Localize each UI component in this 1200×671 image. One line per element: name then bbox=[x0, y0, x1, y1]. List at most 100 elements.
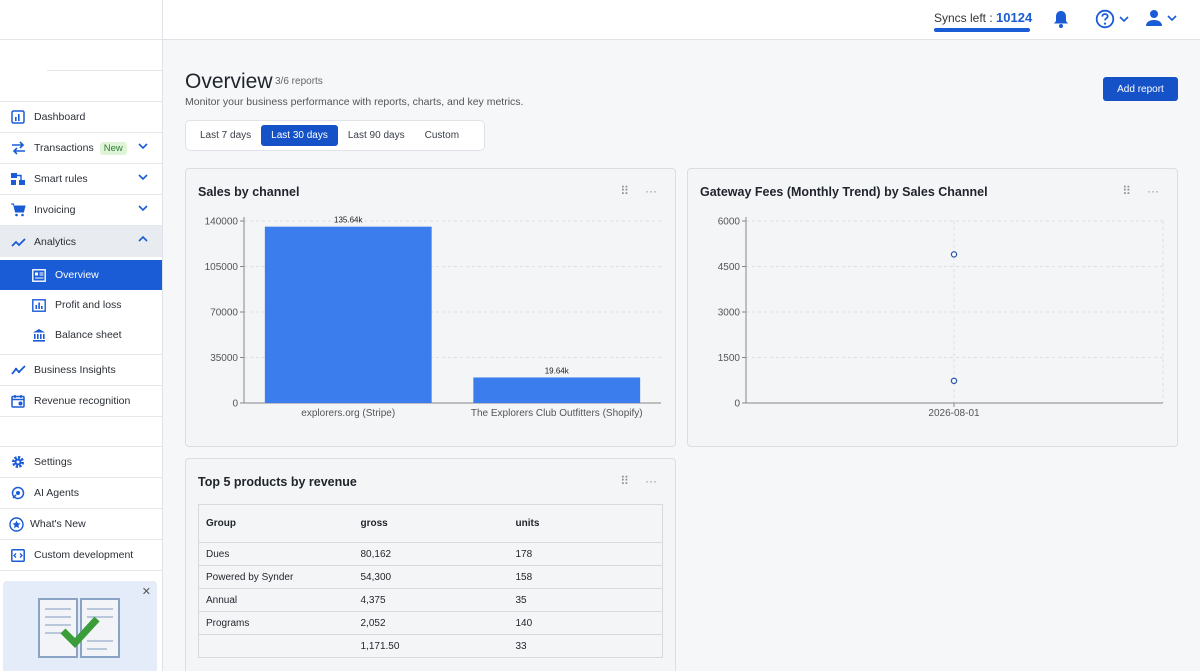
main-content: Overview 3/6 reports Monitor your busine… bbox=[163, 40, 1200, 671]
sidebar-item-label: Settings bbox=[34, 456, 72, 468]
ai-agent-icon bbox=[10, 485, 26, 501]
sidebar-item-analytics[interactable]: Analytics bbox=[0, 226, 162, 257]
sidebar-item-transactions[interactable]: Transactions New bbox=[0, 133, 162, 164]
more-options-icon[interactable]: ··· bbox=[645, 474, 657, 488]
sidebar-item-invoicing[interactable]: Invoicing bbox=[0, 195, 162, 226]
sidebar: Dashboard Transactions New Smart rules I… bbox=[0, 0, 163, 671]
sales-bar-chart: 0 35000 70000 105000 140000 135.64k explorers.… bbox=[205, 216, 661, 419]
sidebar-item-label: Invoicing bbox=[34, 204, 76, 216]
range-last-7-days[interactable]: Last 7 days bbox=[190, 125, 261, 146]
sidebar-spacer bbox=[0, 417, 162, 447]
smart-rules-icon bbox=[10, 171, 26, 187]
table-row: Programs 2,052 140 bbox=[198, 611, 663, 635]
scatter-point bbox=[950, 251, 958, 258]
x-tick-label: explorers.org (Stripe) bbox=[301, 408, 395, 419]
analytics-submenu: Overview Profit and loss Balance sheet bbox=[0, 260, 162, 355]
chevron-down-icon[interactable] bbox=[138, 204, 148, 215]
cell-group: Programs bbox=[198, 611, 354, 635]
gear-icon bbox=[10, 454, 26, 470]
sidebar-item-label: Business Insights bbox=[34, 364, 116, 376]
cell-group: Dues bbox=[198, 542, 354, 566]
range-last-90-days[interactable]: Last 90 days bbox=[338, 125, 415, 146]
cell-gross: 4,375 bbox=[353, 588, 509, 612]
column-header[interactable]: gross bbox=[353, 504, 509, 543]
sidebar-item-business-insights[interactable]: Business Insights bbox=[0, 355, 162, 386]
cell-gross: 1,171.50 bbox=[353, 634, 509, 658]
sidebar-item-dashboard[interactable]: Dashboard bbox=[0, 102, 162, 133]
promo-card: ✕ bbox=[3, 581, 157, 671]
cell-group: Powered by Synder bbox=[198, 565, 354, 589]
chevron-down-icon[interactable] bbox=[1167, 14, 1177, 22]
bar-chart-icon bbox=[31, 297, 47, 313]
data-label: 19.64k bbox=[545, 366, 570, 375]
sidebar-item-smart-rules[interactable]: Smart rules bbox=[0, 164, 162, 195]
top-bar: Syncs left : 10124 bbox=[163, 0, 1200, 40]
chevron-down-icon[interactable] bbox=[138, 142, 148, 153]
cell-units: 158 bbox=[508, 565, 663, 589]
sidebar-item-whats-new[interactable]: What's New bbox=[0, 509, 162, 540]
trend-line-icon bbox=[10, 234, 26, 250]
cell-units: 178 bbox=[508, 542, 663, 566]
sidebar-item-settings[interactable]: Settings bbox=[0, 447, 162, 478]
sidebar-subitem-label: Overview bbox=[55, 269, 99, 281]
bell-icon[interactable] bbox=[1052, 9, 1070, 29]
gateway-fees-scatter-chart: 0 1500 3000 4500 6000 2026-08-01 bbox=[718, 217, 1164, 419]
cell-gross: 2,052 bbox=[353, 611, 509, 635]
top-products-table: Group gross units Dues 80,162 178 Powere… bbox=[198, 504, 663, 658]
syncs-value: 10124 bbox=[996, 10, 1033, 25]
y-tick-label: 0 bbox=[734, 399, 740, 410]
range-last-30-days[interactable]: Last 30 days bbox=[261, 125, 338, 146]
chevron-up-icon[interactable] bbox=[138, 235, 148, 246]
sidebar-item-custom-development[interactable]: Custom development bbox=[0, 540, 162, 571]
sidebar-logo-area bbox=[0, 0, 162, 40]
code-window-icon bbox=[10, 547, 26, 563]
chevron-down-icon[interactable] bbox=[1119, 15, 1129, 23]
sidebar-item-label: Custom development bbox=[34, 549, 134, 561]
table-header-row: Group gross units bbox=[198, 504, 663, 543]
syncs-label: Syncs left : bbox=[934, 11, 993, 25]
x-tick-label: 2026-08-01 bbox=[928, 408, 980, 419]
y-tick-label: 6000 bbox=[718, 217, 741, 228]
y-tick-label: 105000 bbox=[205, 262, 239, 273]
table-row: Dues 80,162 178 bbox=[198, 542, 663, 566]
report-count: 3/6 reports bbox=[275, 76, 323, 87]
add-report-button[interactable]: Add report bbox=[1103, 77, 1178, 101]
bar bbox=[473, 377, 641, 403]
page-title: Overview bbox=[185, 70, 273, 93]
help-icon[interactable] bbox=[1095, 9, 1129, 29]
cell-group: Annual bbox=[198, 588, 354, 612]
star-icon bbox=[8, 516, 24, 532]
bank-icon bbox=[31, 327, 47, 343]
calendar-icon bbox=[10, 393, 26, 409]
cell-units: 33 bbox=[508, 634, 663, 658]
sidebar-subitem-overview[interactable]: Overview bbox=[0, 260, 162, 290]
syncs-left: Syncs left : 10124 bbox=[934, 10, 1032, 25]
sidebar-item-ai-agents[interactable]: AI Agents bbox=[0, 478, 162, 509]
table-row: 1,171.50 33 bbox=[198, 634, 663, 658]
y-tick-label: 0 bbox=[232, 399, 238, 410]
card-title: Top 5 products by revenue bbox=[198, 475, 357, 489]
close-icon[interactable]: ✕ bbox=[142, 585, 151, 598]
sidebar-subitem-balance-sheet[interactable]: Balance sheet bbox=[0, 320, 162, 350]
dashboard-icon bbox=[10, 109, 26, 125]
company-selector[interactable] bbox=[0, 40, 162, 102]
sidebar-item-revenue-recognition[interactable]: Revenue recognition bbox=[0, 386, 162, 417]
insights-line-icon bbox=[10, 362, 26, 378]
user-icon[interactable] bbox=[1145, 9, 1177, 27]
column-header[interactable]: units bbox=[508, 504, 663, 543]
drag-handle-icon[interactable]: ⠿ bbox=[620, 474, 629, 488]
y-tick-label: 140000 bbox=[205, 217, 239, 228]
card-tools: ⠿ ··· bbox=[620, 474, 657, 488]
range-custom[interactable]: Custom bbox=[415, 125, 469, 146]
y-tick-label: 1500 bbox=[718, 353, 741, 364]
sidebar-item-label: Dashboard bbox=[34, 111, 86, 123]
column-header[interactable]: Group bbox=[198, 504, 354, 543]
cell-group bbox=[198, 634, 354, 658]
y-tick-label: 3000 bbox=[718, 308, 741, 319]
sidebar-item-label: AI Agents bbox=[34, 487, 79, 499]
chevron-down-icon[interactable] bbox=[138, 173, 148, 184]
y-tick-label: 35000 bbox=[210, 353, 238, 364]
sidebar-subitem-profit-and-loss[interactable]: Profit and loss bbox=[0, 290, 162, 320]
report-icon bbox=[31, 267, 47, 283]
sidebar-item-label: Transactions bbox=[34, 142, 94, 154]
